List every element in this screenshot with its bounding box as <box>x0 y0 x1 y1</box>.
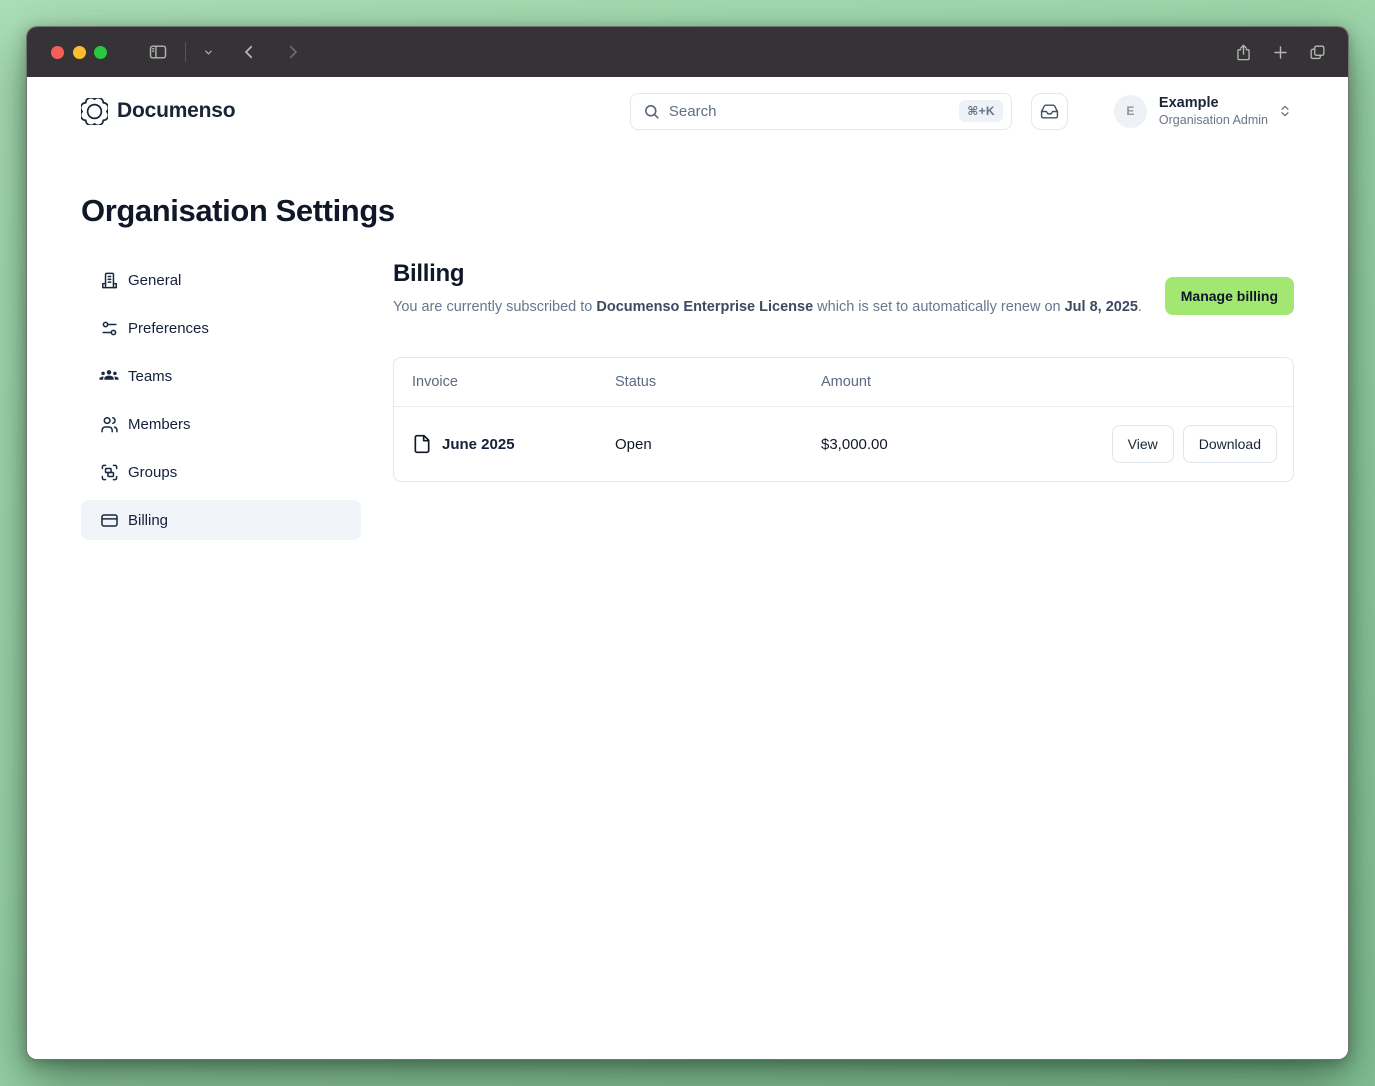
sidebar-item-label: Groups <box>128 464 177 481</box>
invoice-amount: $3,000.00 <box>821 436 1112 453</box>
sidebar-item-label: Billing <box>128 512 168 529</box>
table-row: June 2025 Open $3,000.00 View Download <box>394 407 1293 481</box>
view-invoice-button[interactable]: View <box>1112 425 1174 463</box>
documenso-brand[interactable]: Documenso <box>81 98 235 125</box>
page-title: Organisation Settings <box>81 193 1294 229</box>
users-icon <box>99 414 119 434</box>
sidebar-item-label: Teams <box>128 368 172 385</box>
file-icon <box>412 434 432 454</box>
user-role: Organisation Admin <box>1159 113 1268 129</box>
page-content: Documenso ⌘+K E Example Organisation Ad <box>27 77 1348 1060</box>
search-icon <box>643 103 660 120</box>
search-input[interactable] <box>669 103 950 120</box>
user-name: Example <box>1159 94 1268 112</box>
toolbar-divider <box>185 42 186 62</box>
sidebar-item-label: Preferences <box>128 320 209 337</box>
sidebar-item-billing[interactable]: Billing <box>81 500 361 540</box>
sliders-icon <box>99 318 119 338</box>
settings-sidebar: General Preferences Teams <box>81 260 361 540</box>
manage-billing-button[interactable]: Manage billing <box>1165 277 1294 315</box>
minimize-window-button[interactable] <box>73 46 86 59</box>
sidebar-item-preferences[interactable]: Preferences <box>81 308 361 348</box>
column-amount: Amount <box>821 374 1277 390</box>
table-header-row: Invoice Status Amount <box>394 358 1293 407</box>
billing-heading: Billing <box>393 260 1142 288</box>
tab-group-chevron-icon[interactable] <box>200 39 216 65</box>
brand-name: Documenso <box>117 99 235 123</box>
share-icon[interactable] <box>1230 39 1256 65</box>
inbox-icon <box>1040 102 1059 121</box>
sidebar-item-members[interactable]: Members <box>81 404 361 444</box>
close-window-button[interactable] <box>51 46 64 59</box>
people-group-icon <box>99 366 119 386</box>
renewal-date: Jul 8, 2025 <box>1065 299 1138 315</box>
app-header: Documenso ⌘+K E Example Organisation Ad <box>27 77 1348 145</box>
browser-window: Documenso ⌘+K E Example Organisation Ad <box>26 26 1349 1060</box>
plan-name: Documenso Enterprise License <box>596 299 813 315</box>
inbox-button[interactable] <box>1031 93 1068 130</box>
tab-overview-icon[interactable] <box>1304 39 1330 65</box>
download-invoice-button[interactable]: Download <box>1183 425 1277 463</box>
credit-card-icon <box>99 510 119 530</box>
search-bar[interactable]: ⌘+K <box>630 93 1012 130</box>
sidebar-item-teams[interactable]: Teams <box>81 356 361 396</box>
back-icon[interactable] <box>236 39 262 65</box>
invoice-name: June 2025 <box>442 436 515 453</box>
zoom-window-button[interactable] <box>94 46 107 59</box>
column-status: Status <box>615 374 821 390</box>
organisation-switcher[interactable]: E Example Organisation Admin <box>1114 94 1292 129</box>
search-shortcut-badge: ⌘+K <box>959 100 1003 122</box>
column-invoice: Invoice <box>412 374 615 390</box>
sidebar-toggle-icon[interactable] <box>145 39 171 65</box>
building-icon <box>99 270 119 290</box>
forward-icon <box>280 39 306 65</box>
group-frame-icon <box>99 462 119 482</box>
invoice-status: Open <box>615 436 821 453</box>
invoices-table: Invoice Status Amount June 2025 Open <box>393 357 1294 482</box>
billing-section: Billing You are currently subscribed to … <box>393 260 1294 540</box>
window-titlebar <box>27 27 1348 77</box>
new-tab-icon[interactable] <box>1267 39 1293 65</box>
traffic-lights <box>51 46 107 59</box>
sidebar-item-label: Members <box>128 416 191 433</box>
sidebar-item-label: General <box>128 272 181 289</box>
sidebar-item-general[interactable]: General <box>81 260 361 300</box>
documenso-seal-icon <box>81 98 108 125</box>
sidebar-item-groups[interactable]: Groups <box>81 452 361 492</box>
avatar: E <box>1114 95 1147 128</box>
subscription-description: You are currently subscribed to Documens… <box>393 299 1142 315</box>
chevrons-up-down-icon <box>1278 104 1292 118</box>
